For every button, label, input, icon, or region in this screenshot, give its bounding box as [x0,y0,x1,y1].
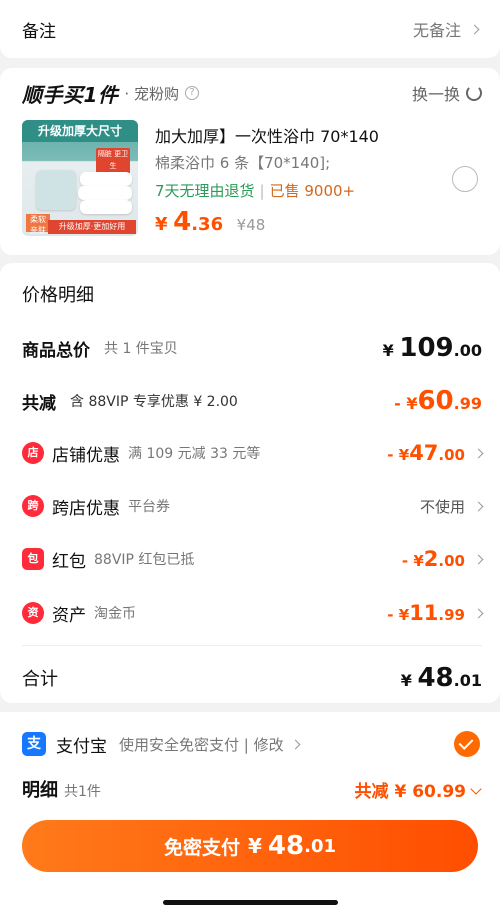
store-discount-row[interactable]: 店 店铺优惠 满 109 元减 33 元等 - ¥47.00 [22,438,484,468]
price-detail-title: 价格明细 [22,285,94,306]
payment-method-desc[interactable]: 使用安全免密支付 | 修改 [119,734,284,755]
summary-row[interactable]: 明细 共1件 共减 ¥ 60.99 [22,774,482,804]
discount-total-desc: 含 88VIP 专享优惠 ¥ 2.00 [70,394,238,410]
refresh-icon [466,85,482,101]
product-price: ¥ 4.36 ¥48 [155,207,266,237]
divider [22,645,482,646]
pay-button-label: 免密支付 [163,836,240,859]
red-packet-desc: 88VIP 红包已抵 [94,552,195,568]
payment-method-row[interactable]: 支 支付宝 使用安全免密支付 | 修改 [22,730,480,758]
assets-row[interactable]: 资 资产 淘金币 - ¥11.99 [22,598,484,628]
swap-button[interactable]: 换一换 [412,81,482,105]
pay-button[interactable]: 免密支付 ¥ 48.01 [22,820,478,872]
remark-label: 备注 [22,21,56,42]
assets-label: 资产 [52,605,86,626]
total-label: 合计 [22,669,58,690]
product-title[interactable]: 加大加厚】一次性浴巾 70*140 [155,123,379,147]
detail-saved: 共减 ¥ 60.99 [354,781,466,802]
product-spec: 棉柔浴巾 6 条【70*140]; [155,154,331,172]
price-detail-card: 价格明细 商品总价 共 1 件宝贝 ¥ 109.00 共减 含 88VIP 专享… [0,263,500,703]
store-discount-label: 店铺优惠 [52,445,120,466]
store-discount-desc: 满 109 元减 33 元等 [128,446,261,462]
selected-check-icon[interactable] [454,731,480,757]
chevron-right-icon [473,448,484,458]
total-row: 合计 ¥ 48.01 [22,663,482,693]
chevron-right-icon [473,501,484,511]
discount-total-row: 共减 含 88VIP 专享优惠 ¥ 2.00 - ¥60.99 [22,386,482,416]
goods-total-row: 商品总价 共 1 件宝贝 ¥ 109.00 [22,333,482,363]
home-indicator [163,900,338,905]
image-bottom-banner: 升级加厚·更加好用 [48,220,136,234]
detail-count: 共1件 [64,784,101,800]
red-packet-row[interactable]: 包 红包 88VIP 红包已抵 - ¥2.00 [22,544,484,574]
payment-method-name: 支付宝 [56,736,107,757]
cross-store-label: 跨店优惠 [52,498,120,519]
goods-total-label: 商品总价 [22,340,90,361]
chevron-right-icon [290,739,301,749]
remark-value[interactable]: 无备注 [412,17,480,41]
swap-label: 换一换 [411,85,460,104]
add-on-header: 顺手买1件 · 宠粉购 ? 换一换 [22,80,482,107]
chevron-right-icon [473,608,484,618]
product-image[interactable]: 升级加厚大尺寸 隔脏 更卫生 柔软 亲肤 升级加厚·更加好用 [22,120,138,236]
original-price: ¥48 [236,216,266,234]
image-banner: 升级加厚大尺寸 [22,120,138,142]
cross-store-desc: 平台券 [128,499,170,515]
image-tag: 柔软 亲肤 [26,214,50,235]
store-icon: 店 [22,442,44,464]
sold-count: 已售 9000+ [269,182,356,200]
discount-total-label: 共减 [22,393,56,414]
goods-total-amount: ¥ 109.00 [382,333,482,363]
chevron-right-icon [469,24,480,34]
assets-tag-icon: 资 [22,602,44,624]
discount-total-amount: - ¥60.99 [394,386,482,416]
cross-store-discount-row[interactable]: 跨 跨店优惠 平台券 不使用 [22,491,484,521]
red-packet-label: 红包 [52,551,86,572]
red-packet-icon: 包 [22,548,44,570]
add-on-logo: 顺手买1件 [22,82,119,107]
alipay-icon: 支 [22,732,46,756]
image-badge: 隔脏 更卫生 [96,148,130,174]
product-meta: 7天无理由退货 | 已售 9000+ [155,182,356,200]
chevron-down-icon [470,783,482,795]
help-icon[interactable]: ? [184,86,199,100]
cross-store-icon: 跨 [22,495,44,517]
assets-desc: 淘金币 [94,606,136,622]
detail-label: 明细 [22,780,58,801]
remark-row[interactable]: 备注 无备注 [0,0,500,58]
add-on-subtitle: · 宠粉购 [124,84,179,103]
goods-total-desc: 共 1 件宝贝 [104,341,178,357]
remark-value-text: 无备注 [412,21,461,40]
checkout-panel: 支 支付宝 使用安全免密支付 | 修改 明细 共1件 共减 ¥ 60.99 免密支… [0,712,500,917]
return-policy: 7天无理由退货 [155,182,255,200]
add-product-radio[interactable] [452,166,478,192]
total-amount: ¥ 48.01 [400,663,482,693]
chevron-right-icon [473,554,484,564]
cross-store-value: 不使用 [419,497,465,516]
